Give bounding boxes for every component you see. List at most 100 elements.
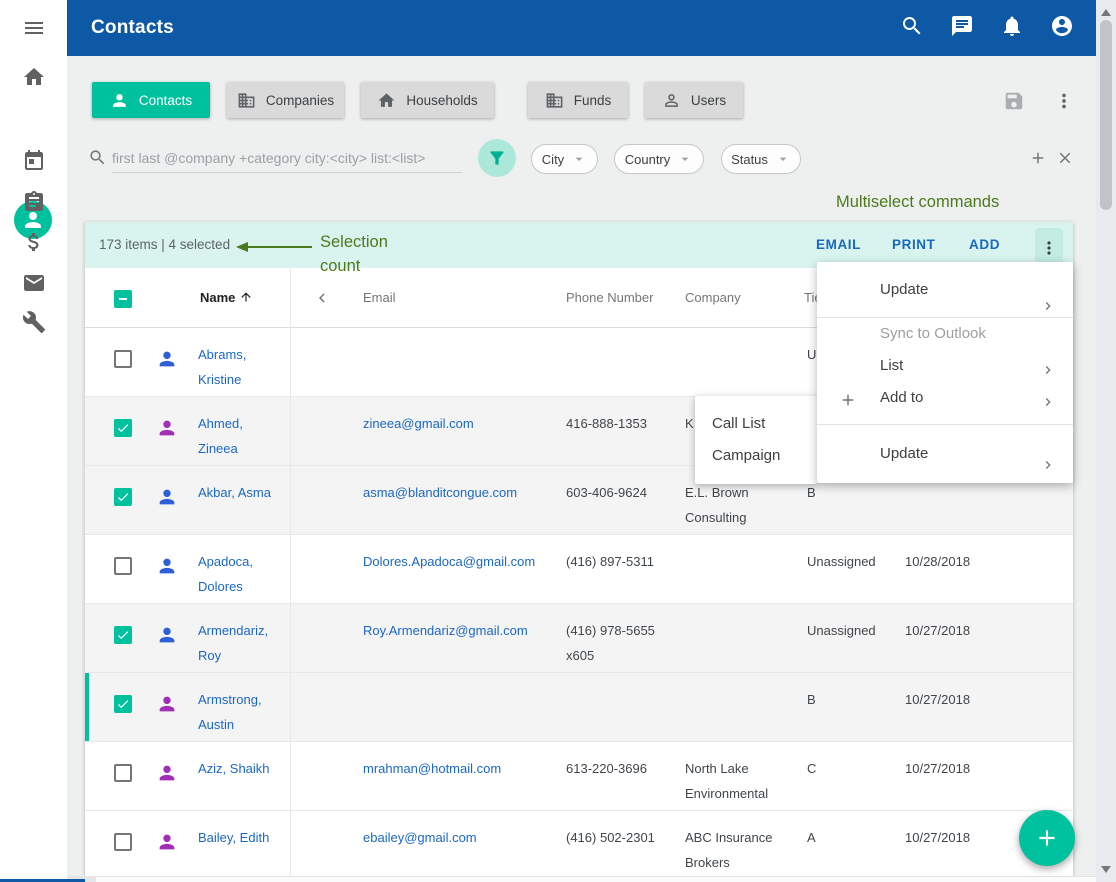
- tab-households[interactable]: Households: [361, 82, 494, 118]
- contact-name-link[interactable]: Armendariz, Roy: [198, 618, 284, 668]
- filter-button[interactable]: [478, 139, 516, 177]
- row-checkbox[interactable]: [114, 350, 132, 368]
- tabs-more-button[interactable]: [1051, 88, 1077, 114]
- column-header-company[interactable]: Company: [685, 268, 741, 328]
- contact-name-link[interactable]: Akbar, Asma: [198, 480, 284, 505]
- save-view-button[interactable]: [1001, 88, 1027, 114]
- filter-chip-country[interactable]: Country: [614, 144, 704, 174]
- topbar: Contacts: [67, 0, 1096, 56]
- tab-funds[interactable]: Funds: [528, 82, 628, 118]
- search-input[interactable]: [112, 143, 462, 173]
- row-checkbox[interactable]: [114, 557, 132, 575]
- selection-count-label: 173 items | 4 selected: [99, 222, 230, 268]
- search-icon: [88, 148, 107, 172]
- contact-email-link[interactable]: ebailey@gmail.com: [363, 825, 563, 850]
- add-contact-fab[interactable]: [1019, 810, 1075, 866]
- contact-phone: 613-220-3696: [566, 756, 666, 781]
- tab-users[interactable]: Users: [645, 82, 743, 118]
- row-checkbox[interactable]: [114, 488, 132, 506]
- contact-tier: B: [807, 687, 902, 712]
- sidebar-item-tools[interactable]: [0, 302, 67, 342]
- contact-email-link[interactable]: Roy.Armendariz@gmail.com: [363, 618, 563, 643]
- multiselect-context-menu: Update Sync to Outlook List Add to Updat…: [817, 262, 1073, 483]
- contact-phone: 603-406-9624: [566, 480, 666, 505]
- kebab-icon: [1039, 238, 1059, 258]
- table-row[interactable]: Bailey, Edith ebailey@gmail.com (416) 50…: [85, 811, 1073, 876]
- plus-icon: [839, 391, 857, 409]
- table-row[interactable]: Apadoca, Dolores Dolores.Apadoca@gmail.c…: [85, 535, 1073, 604]
- chevron-right-icon: [1040, 298, 1056, 314]
- sidebar-item-mail[interactable]: [0, 263, 67, 303]
- contact-tier: C: [807, 756, 902, 781]
- hamburger-menu-button[interactable]: [0, 8, 67, 48]
- caret-down-icon: [677, 151, 693, 167]
- add-filter-button[interactable]: [1029, 149, 1049, 169]
- select-all-checkbox[interactable]: [114, 290, 132, 308]
- table-row[interactable]: Armstrong, Austin B 10/27/2018: [85, 673, 1073, 742]
- sidebar-item-tasks[interactable]: [0, 182, 67, 222]
- filter-chip-status[interactable]: Status: [721, 144, 801, 174]
- kebab-icon: [1053, 90, 1075, 112]
- person-icon: [156, 831, 178, 853]
- vertical-scrollbar-thumb[interactable]: [1100, 20, 1112, 210]
- row-checkbox[interactable]: [114, 626, 132, 644]
- row-checkbox[interactable]: [114, 764, 132, 782]
- menu-item-list[interactable]: List: [817, 350, 1073, 382]
- submenu-item-call-list[interactable]: Call List: [695, 408, 817, 440]
- contact-name-link[interactable]: Aziz, Shaikh: [198, 756, 284, 781]
- calendar-icon: [22, 149, 46, 173]
- person-icon: [156, 348, 178, 370]
- contact-name-link[interactable]: Abrams, Kristine: [198, 342, 284, 392]
- sidebar-item-billing[interactable]: [0, 222, 67, 262]
- contact-email-link[interactable]: mrahman@hotmail.com: [363, 756, 563, 781]
- search-icon: [900, 14, 924, 38]
- contact-avatar-icon: [156, 555, 178, 577]
- filter-chip-city[interactable]: City: [531, 144, 598, 174]
- person-icon: [156, 762, 178, 784]
- chevron-right-icon: [1040, 457, 1056, 473]
- sidebar-item-home[interactable]: [0, 57, 67, 97]
- contact-name-link[interactable]: Armstrong, Austin: [198, 687, 284, 737]
- contact-name-link[interactable]: Bailey, Edith: [198, 825, 284, 850]
- menu-item-update[interactable]: Update: [817, 431, 1073, 477]
- page-title: Contacts: [91, 17, 174, 39]
- contact-tier: A: [807, 825, 902, 850]
- vertical-scrollbar[interactable]: [1096, 0, 1116, 882]
- contact-name-link[interactable]: Ahmed, Zineea: [198, 411, 284, 461]
- sidebar-item-calendar[interactable]: [0, 141, 67, 181]
- contact-email-link[interactable]: zineea@gmail.com: [363, 411, 563, 436]
- contact-phone: (416) 502-2301: [566, 825, 666, 850]
- tab-companies[interactable]: Companies: [227, 82, 344, 118]
- menu-divider: [817, 424, 1073, 425]
- mail-icon: [22, 271, 46, 295]
- tab-contacts[interactable]: Contacts: [92, 82, 210, 118]
- app-window: Contacts Contacts Companies Households Fund…: [0, 0, 1116, 882]
- topbar-chat-button[interactable]: [950, 14, 974, 43]
- scroll-up-arrow-icon[interactable]: [1101, 9, 1111, 16]
- scroll-down-arrow-icon[interactable]: [1101, 866, 1111, 873]
- submenu-item-campaign[interactable]: Campaign: [695, 440, 817, 472]
- menu-item-add-to[interactable]: Add to: [817, 382, 1073, 414]
- row-checkbox[interactable]: [114, 833, 132, 851]
- contact-avatar-icon: [156, 831, 178, 853]
- table-row[interactable]: Armendariz, Roy Roy.Armendariz@gmail.com…: [85, 604, 1073, 673]
- topbar-account-button[interactable]: [1050, 14, 1074, 43]
- horizontal-scrollbar[interactable]: [67, 876, 1096, 882]
- topbar-search-button[interactable]: [900, 14, 924, 43]
- sidebar-item-contacts[interactable]: [0, 100, 67, 140]
- row-checkbox[interactable]: [114, 695, 132, 713]
- contact-name-link[interactable]: Apadoca, Dolores: [198, 549, 284, 599]
- table-row[interactable]: Aziz, Shaikh mrahman@hotmail.com 613-220…: [85, 742, 1073, 811]
- contact-email-link[interactable]: Dolores.Apadoca@gmail.com: [363, 549, 563, 574]
- check-icon: [116, 490, 130, 504]
- clear-search-button[interactable]: [1056, 149, 1076, 169]
- row-checkbox[interactable]: [114, 419, 132, 437]
- collapse-column-button[interactable]: [313, 289, 331, 307]
- menu-item-update[interactable]: Update: [817, 262, 1073, 317]
- chevron-left-icon: [313, 289, 331, 307]
- chat-icon: [950, 14, 974, 38]
- topbar-notifications-button[interactable]: [1000, 14, 1024, 43]
- contact-email-link[interactable]: asma@blanditcongue.com: [363, 480, 563, 505]
- contact-tier: Unassigned: [807, 549, 902, 574]
- column-header-phone[interactable]: Phone Number: [566, 268, 653, 328]
